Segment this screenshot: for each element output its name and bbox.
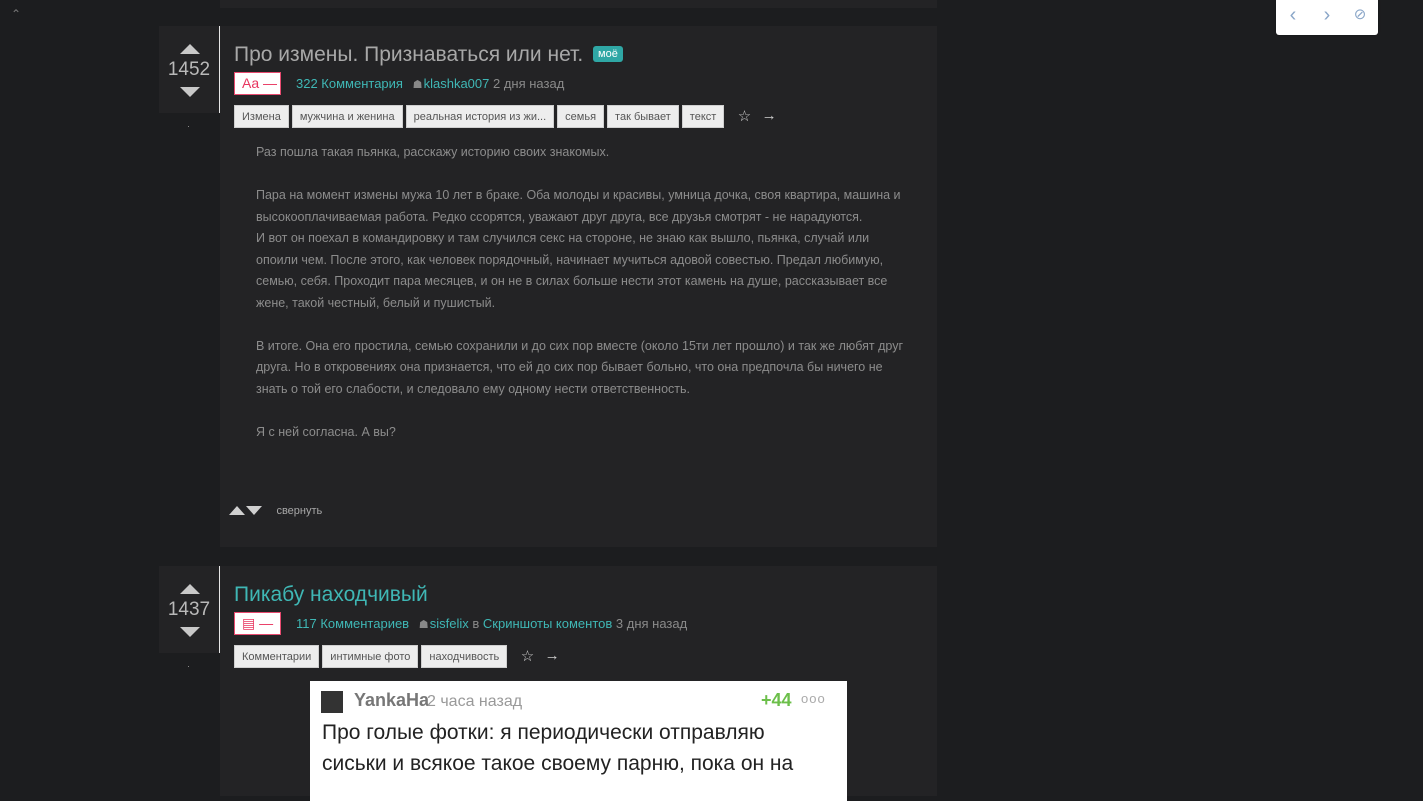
tag[interactable]: находчивость (421, 645, 508, 668)
in-word: в (472, 616, 480, 631)
paragraph: Пара на момент измены мужа 10 лет в брак… (256, 188, 901, 224)
mine-badge: моё (593, 46, 623, 62)
paragraph: Раз пошла такая пьянка, расскажу историю… (256, 145, 610, 159)
screenshot-text: Про голые фотки: я периодически отправля… (322, 721, 794, 775)
screenshot-username: YankaHa (354, 690, 430, 710)
vote-down-small-icon[interactable] (246, 506, 262, 516)
user-icon: ☗ (418, 619, 429, 631)
star-icon[interactable]: ☆ (521, 647, 534, 665)
tag[interactable]: текст (681, 105, 725, 128)
tag[interactable]: мужчина и женина (291, 105, 403, 128)
tag[interactable]: так бывает (607, 105, 679, 128)
story-footer: свернуть (229, 502, 322, 520)
arrow-right-icon[interactable]: → (762, 107, 777, 124)
story-time: 2 дня назад (493, 76, 565, 91)
screenshot-time: 2 часа назад (427, 693, 523, 710)
comments-link[interactable]: 322 Комментария (296, 76, 403, 91)
story-title-text[interactable]: Про измены. Признаваться или нет. (234, 43, 583, 66)
rating-block: 1452 (159, 26, 221, 113)
author-link[interactable]: sisfelix (430, 616, 469, 631)
rating-value: 1437 (167, 599, 211, 620)
paragraph: В итоге. Она его простила, семью сохрани… (256, 338, 904, 396)
vote-up-icon[interactable] (180, 584, 200, 594)
rating-block: 1437 (159, 566, 221, 653)
next-story-icon[interactable]: › (1317, 5, 1337, 25)
tag[interactable]: семья (557, 105, 605, 128)
tag[interactable]: Измена (234, 105, 289, 128)
previous-story-icon[interactable]: ‹ (1283, 5, 1303, 25)
vote-down-icon[interactable] (180, 627, 200, 637)
paragraph: И вот он поехал в командировку и там слу… (256, 231, 888, 310)
rating-value: 1452 (167, 59, 211, 80)
screenshot-score: +44 (761, 690, 792, 710)
story-body: Раз пошла такая пьянка, расскажу историю… (256, 142, 906, 465)
collapse-link[interactable]: свернуть (276, 505, 322, 517)
community-link[interactable]: Скриншоты коментов (483, 616, 612, 631)
rating-divider (188, 666, 189, 667)
story-type-image-icon[interactable]: ▤ — (234, 612, 281, 635)
vote-up-icon[interactable] (180, 44, 200, 54)
paragraph: Я с ней согласна. А вы? (256, 424, 396, 439)
hide-story-icon[interactable]: ⊘ (1350, 5, 1370, 25)
vote-down-icon[interactable] (180, 87, 200, 97)
story-meta: 322 Комментария ☗klashka007 2 дня назад (296, 76, 564, 91)
arrow-right-icon[interactable]: → (545, 647, 560, 664)
story-title[interactable]: Пикабу находчивый (234, 583, 428, 607)
more-dots-icon: ooo (801, 691, 826, 706)
star-icon[interactable]: ☆ (738, 107, 751, 125)
author-link[interactable]: klashka007 (424, 76, 490, 91)
tag[interactable]: Комментарии (234, 645, 320, 668)
tag[interactable]: интимные фото (322, 645, 419, 668)
story-content: Пикабу находчивый ▤ — 117 Комментариев ☗… (220, 566, 937, 801)
tag[interactable]: реальная история из жи... (405, 105, 555, 128)
scroll-to-top-icon[interactable]: ⌃ (8, 6, 24, 22)
story-meta: 117 Комментариев ☗sisfelix в Скриншоты к… (296, 616, 687, 631)
vote-up-small-icon[interactable] (229, 506, 245, 516)
previous-story-bottom (220, 0, 937, 8)
rating-divider (188, 126, 189, 127)
story-navigation-panel: ‹ › ⊘ (1276, 0, 1378, 35)
avatar (321, 691, 343, 713)
tag-list: Измена мужчина и женина реальная история и… (234, 105, 777, 128)
story-type-text-icon[interactable]: Aa — (234, 72, 281, 95)
comment-screenshot[interactable]: YankaHa 2 часа назад +44 ooo Про голые ф… (310, 681, 847, 801)
user-icon: ☗ (412, 79, 423, 91)
comments-link[interactable]: 117 Комментариев (296, 616, 409, 631)
story-title[interactable]: Про измены. Признаваться или нет. моё (234, 43, 623, 67)
story-content: Про измены. Признаваться или нет. моё Aa… (220, 26, 937, 547)
story-time: 3 дня назад (615, 616, 688, 631)
tag-list: Комментарии интимные фото находчивость ☆ → (234, 645, 560, 668)
